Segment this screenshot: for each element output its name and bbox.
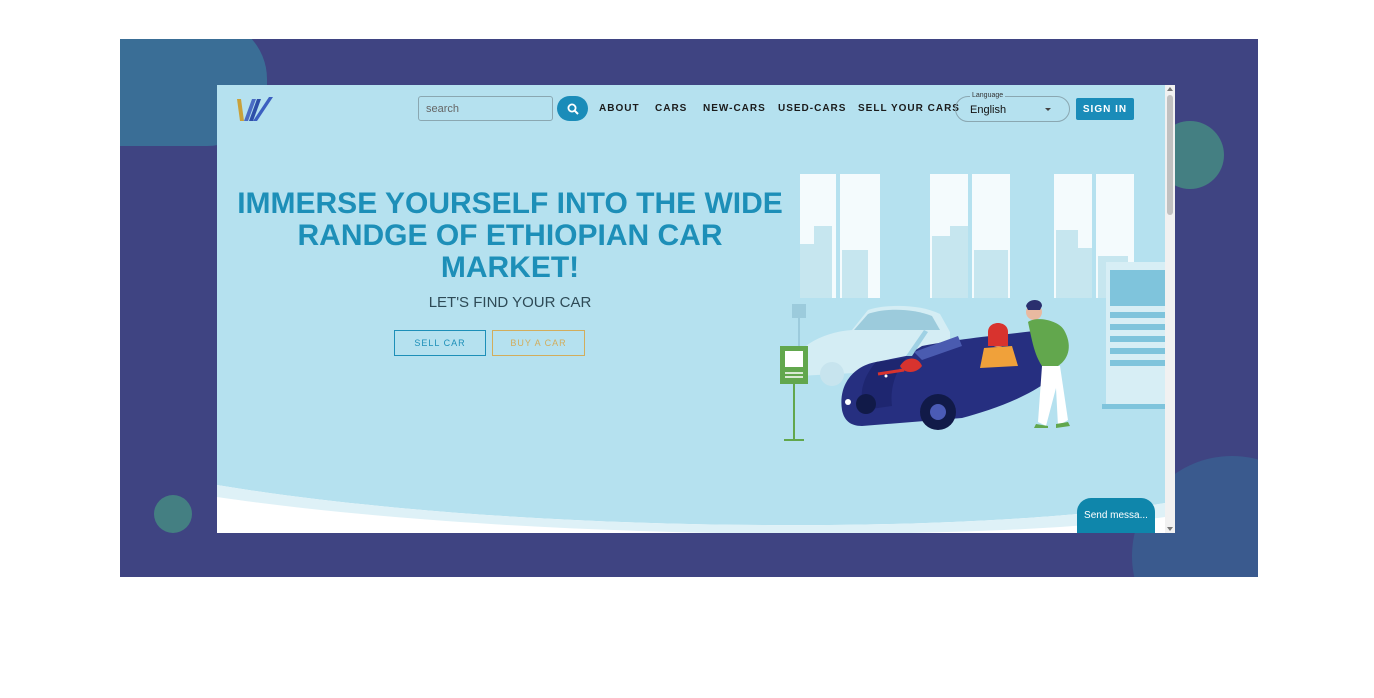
logo-icon[interactable]	[235, 95, 275, 125]
chevron-down-icon	[1045, 108, 1051, 111]
info-kiosk-right	[1102, 262, 1165, 409]
search-icon	[567, 103, 579, 115]
sell-car-button[interactable]: SELL CAR	[394, 330, 486, 356]
hero-bottom-wave	[217, 473, 1165, 533]
price-stand	[780, 346, 808, 441]
nav-about[interactable]: ABOUT	[599, 103, 640, 114]
search-button[interactable]	[557, 96, 588, 121]
nav-sell-your-cars[interactable]: SELL YOUR CARS	[858, 103, 960, 114]
page-viewport: ABOUT CARS NEW-CARS USED-CARS SELL YOUR …	[217, 85, 1175, 533]
showroom-illustration	[780, 174, 1165, 441]
language-value: English	[970, 104, 1007, 116]
send-message-button[interactable]: Send messa...	[1077, 498, 1155, 533]
window-left	[800, 174, 880, 298]
browser-frame-backdrop: ABOUT CARS NEW-CARS USED-CARS SELL YOUR …	[120, 39, 1258, 577]
scroll-up-arrow[interactable]	[1167, 87, 1173, 91]
language-label: Language	[970, 92, 1006, 99]
scroll-down-arrow[interactable]	[1167, 527, 1173, 531]
window-middle	[930, 174, 1010, 298]
nav-cars[interactable]: CARS	[655, 103, 687, 114]
scrollbar[interactable]	[1165, 85, 1175, 533]
nav-used-cars[interactable]: USED-CARS	[778, 103, 846, 114]
scrollbar-thumb[interactable]	[1167, 95, 1173, 215]
language-select[interactable]: Language English	[955, 92, 1070, 122]
nav-new-cars[interactable]: NEW-CARS	[703, 103, 766, 114]
hero-title: IMMERSE YOURSELF INTO THE WIDE RANDGE OF…	[237, 187, 783, 284]
sign-in-button[interactable]: SIGN IN	[1076, 98, 1134, 120]
buy-car-button[interactable]: BUY A CAR	[492, 330, 585, 356]
hero-subtitle: LET'S FIND YOUR CAR	[428, 294, 592, 311]
search-input[interactable]	[418, 96, 553, 121]
decor-blob-bottom-left	[154, 495, 192, 533]
